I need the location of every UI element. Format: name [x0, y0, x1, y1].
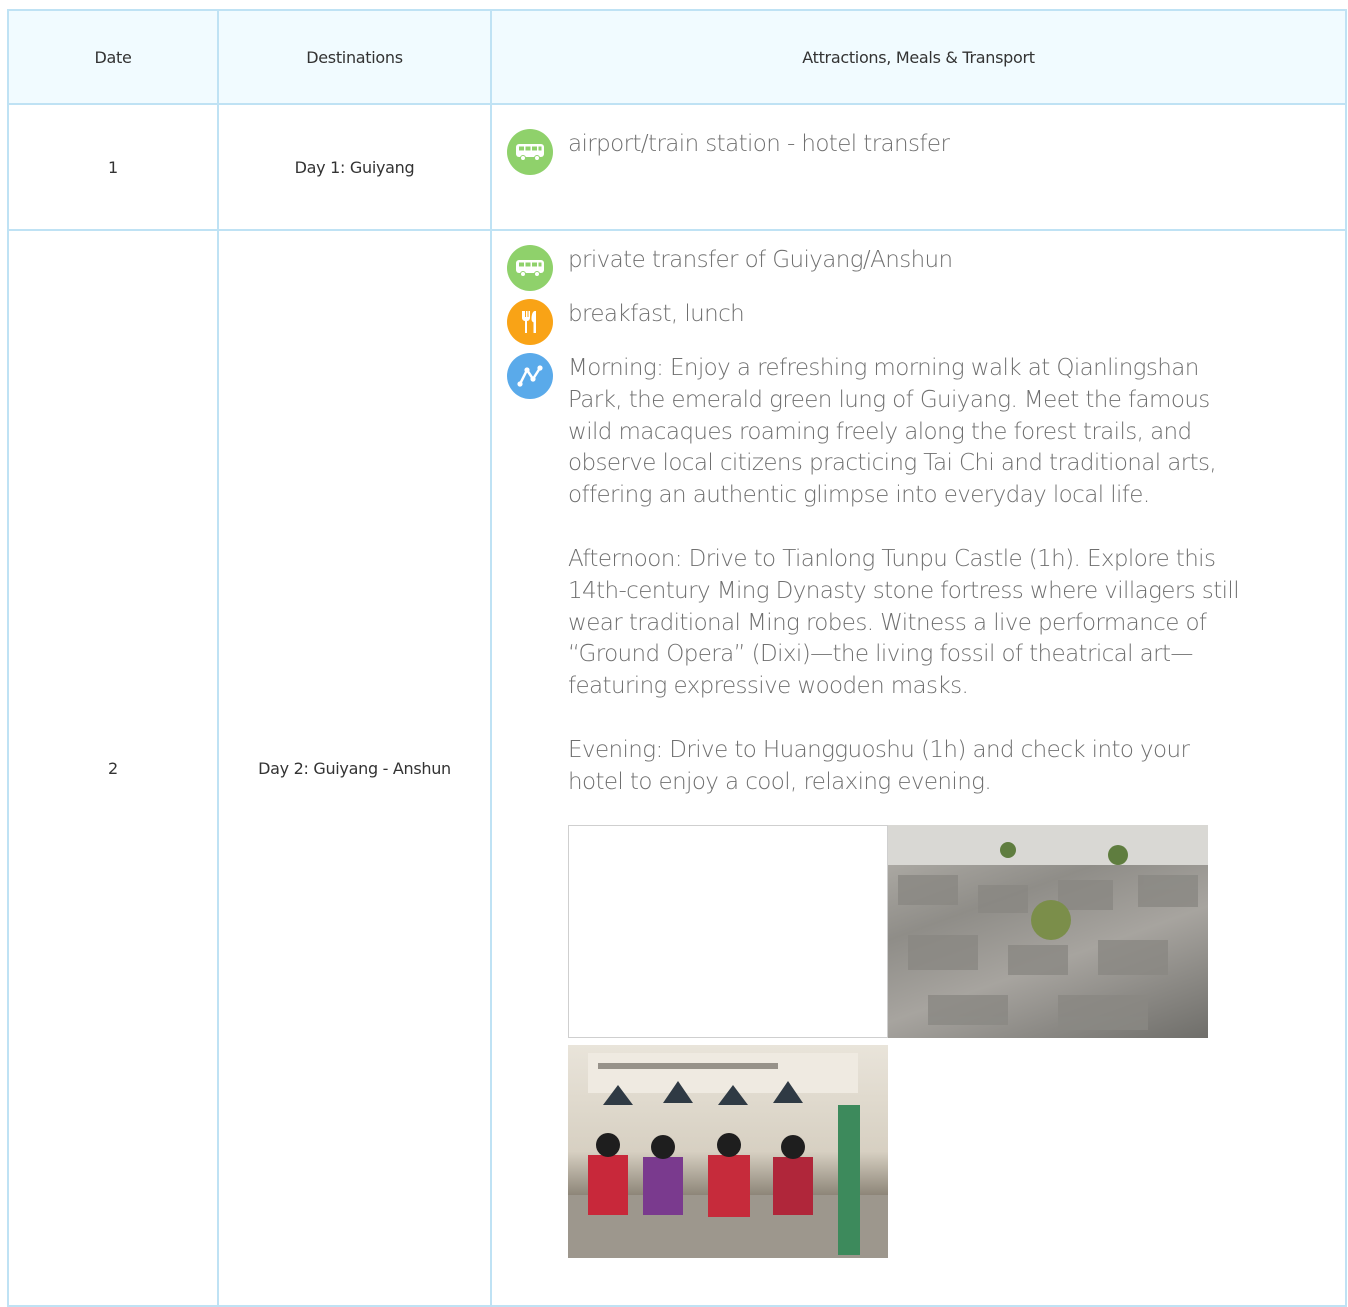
bus-icon: [507, 129, 553, 175]
photo-gallery: [568, 824, 1208, 1258]
attraction-description: Morning: Enjoy a refreshing morning walk…: [568, 353, 1248, 799]
transport-item: airport/train station - hotel transfer: [507, 129, 1345, 175]
photo-placeholder[interactable]: [568, 824, 888, 1038]
afternoon-paragraph: Afternoon: Drive to Tianlong Tunpu Castl…: [568, 545, 1240, 700]
details-cell: airport/train station - hotel transfer: [490, 103, 1347, 231]
attraction-item: Morning: Enjoy a refreshing morning walk…: [507, 353, 1345, 799]
morning-paragraph: Morning: Enjoy a refreshing morning walk…: [568, 355, 1217, 509]
header-row: Date Destinations Attractions, Meals & T…: [7, 9, 1347, 105]
item-text: airport/train station - hotel transfer: [568, 131, 950, 157]
itinerary-table: Date Destinations Attractions, Meals & T…: [7, 9, 1347, 1307]
table-row: 2 Day 2: Guiyang - Anshun private transf…: [7, 229, 1347, 1307]
fork-knife-icon: [507, 299, 553, 345]
date-cell: 1: [7, 103, 219, 231]
header-attractions: Attractions, Meals & Transport: [490, 9, 1347, 105]
meal-item: breakfast, lunch: [507, 299, 1345, 345]
destination-cell: Day 2: Guiyang - Anshun: [217, 229, 492, 1307]
header-destinations: Destinations: [217, 9, 492, 105]
photo-tunpu-village-rooftops[interactable]: [888, 824, 1208, 1038]
evening-paragraph: Evening: Drive to Huangguoshu (1h) and c…: [568, 736, 1190, 795]
header-date: Date: [7, 9, 219, 105]
bus-icon: [507, 245, 553, 291]
item-text: breakfast, lunch: [568, 301, 745, 327]
transport-item: private transfer of Guiyang/Anshun: [507, 245, 1345, 291]
item-text: private transfer of Guiyang/Anshun: [568, 247, 953, 273]
photo-ground-opera-performers[interactable]: [568, 1044, 888, 1258]
date-cell: 2: [7, 229, 219, 1307]
gallery-row: [568, 824, 1208, 1038]
table-row: 1 Day 1: Guiyang airport/train station -…: [7, 103, 1347, 231]
destination-cell: Day 1: Guiyang: [217, 103, 492, 231]
route-icon: [507, 353, 553, 399]
details-cell: private transfer of Guiyang/Anshun break…: [490, 229, 1347, 1307]
